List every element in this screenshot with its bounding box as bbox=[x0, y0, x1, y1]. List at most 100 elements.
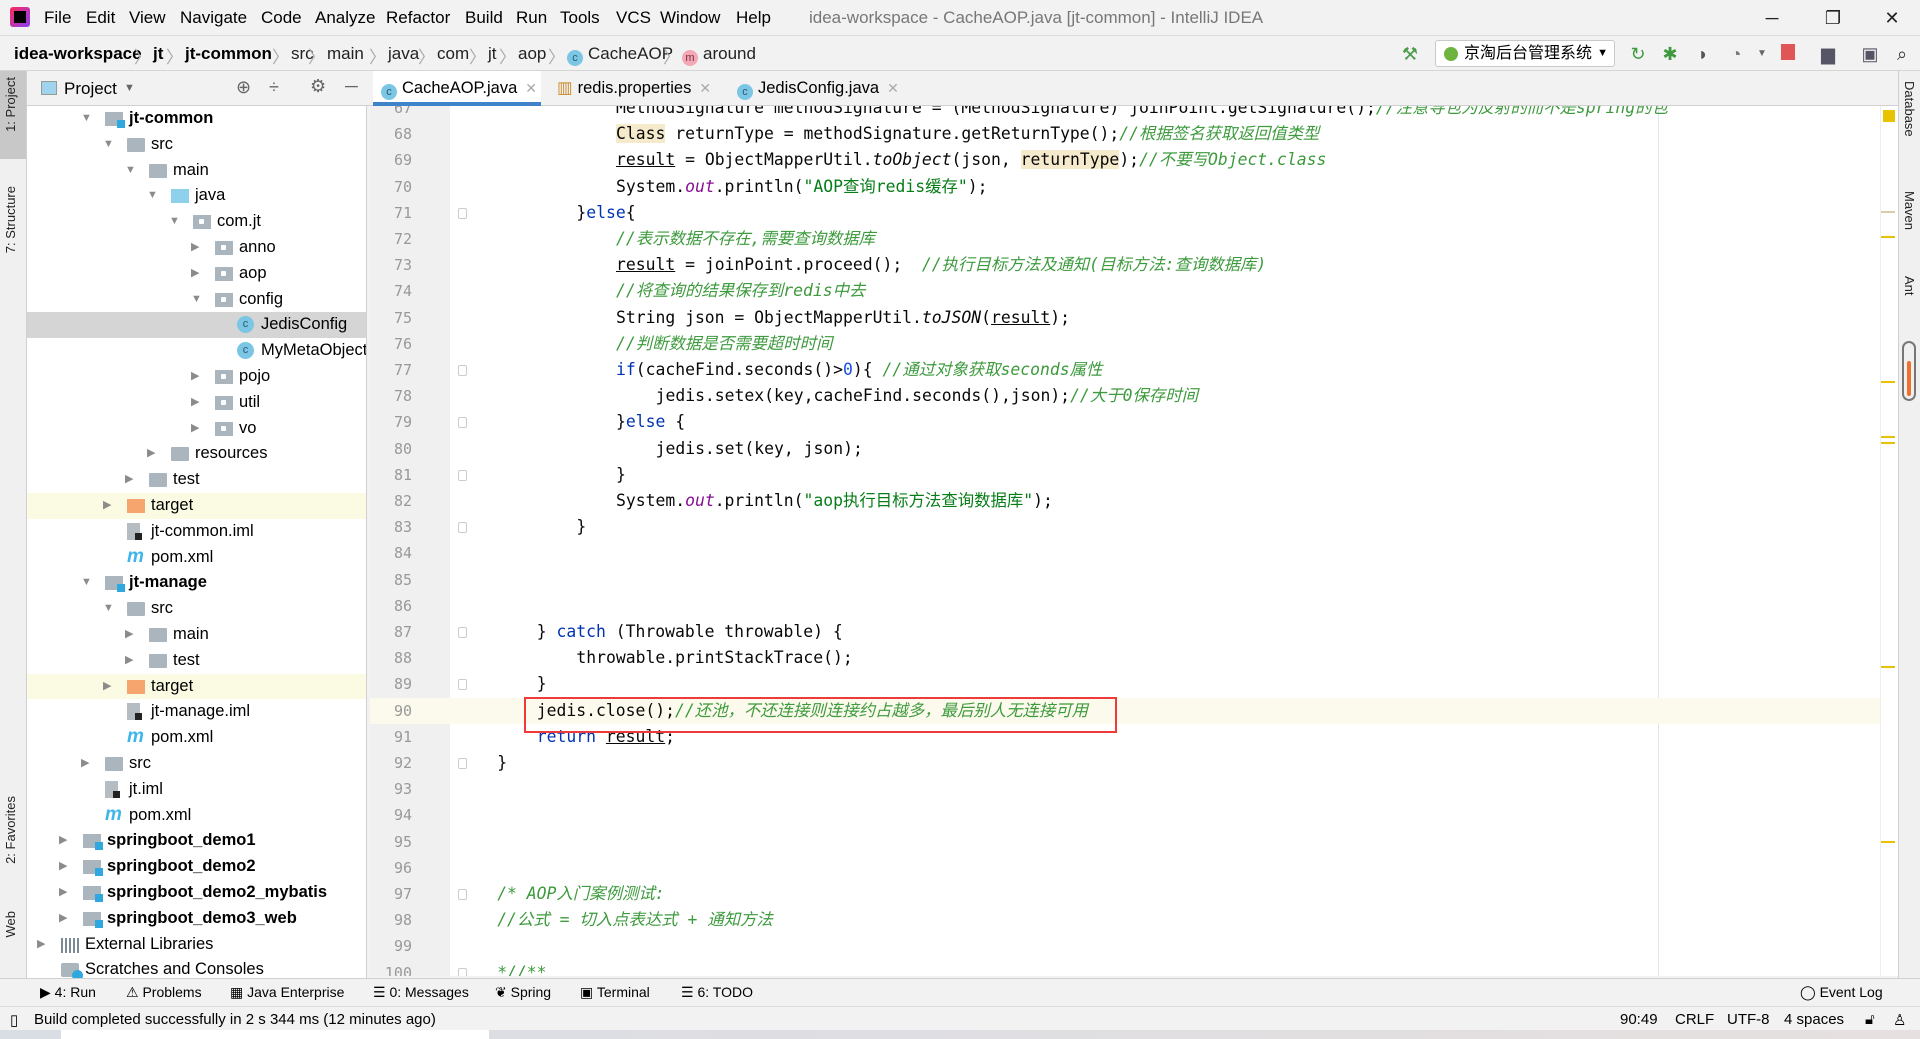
fold-marker-icon[interactable] bbox=[458, 365, 467, 376]
maven-tool-button[interactable]: Maven bbox=[1902, 191, 1917, 230]
line-number[interactable]: 94 bbox=[370, 802, 412, 828]
code-text[interactable]: } bbox=[537, 671, 547, 697]
code-line[interactable]: 71 }else{ bbox=[370, 200, 1880, 226]
tree-item[interactable]: ▼ src bbox=[27, 596, 366, 622]
code-text[interactable]: if(cacheFind.seconds()>0){ //通过对象获取secon… bbox=[616, 357, 1102, 383]
debug-icon[interactable]: ✱ bbox=[1658, 44, 1682, 64]
locate-icon[interactable]: ⊕ bbox=[236, 77, 251, 98]
tool-window-terminal[interactable]: ▣ Terminal bbox=[580, 984, 650, 1001]
expanded-arrow-icon[interactable]: ▼ bbox=[125, 158, 136, 184]
collapsed-arrow-icon[interactable]: ▶ bbox=[191, 390, 199, 416]
fold-marker-icon[interactable] bbox=[458, 522, 467, 534]
collapsed-arrow-icon[interactable]: ▶ bbox=[125, 467, 133, 493]
tree-item[interactable]: ▼ main bbox=[27, 158, 366, 184]
menu-analyze[interactable]: Analyze bbox=[315, 8, 375, 28]
tree-item[interactable]: jt.iml bbox=[27, 777, 366, 803]
menu-navigate[interactable]: Navigate bbox=[180, 8, 247, 28]
tree-item[interactable]: ▶ test bbox=[27, 467, 366, 493]
file-encoding[interactable]: UTF-8 bbox=[1727, 1011, 1770, 1028]
line-number[interactable]: 67 bbox=[370, 106, 412, 121]
line-number[interactable]: 76 bbox=[370, 331, 412, 357]
line-number[interactable]: 100 bbox=[370, 960, 412, 976]
tree-item[interactable]: ▼ com.jt bbox=[27, 209, 366, 235]
line-number[interactable]: 73 bbox=[370, 252, 412, 278]
code-line[interactable]: 88 throwable.printStackTrace(); bbox=[370, 645, 1880, 671]
tree-item[interactable]: ▶ aop bbox=[27, 261, 366, 287]
line-number[interactable]: 93 bbox=[370, 776, 412, 802]
code-text[interactable]: }else { bbox=[616, 409, 685, 435]
tree-item[interactable]: ▼ jt-common bbox=[27, 106, 366, 132]
fold-marker-icon[interactable] bbox=[458, 889, 467, 900]
line-number[interactable]: 97 bbox=[370, 881, 412, 907]
collapsed-arrow-icon[interactable]: ▶ bbox=[37, 932, 45, 958]
expanded-arrow-icon[interactable]: ▼ bbox=[103, 596, 114, 622]
breadcrumb-item[interactable]: aop bbox=[518, 44, 546, 64]
code-line[interactable]: 69 result = ObjectMapperUtil.toObject(jso… bbox=[370, 147, 1880, 173]
collapsed-arrow-icon[interactable]: ▶ bbox=[59, 906, 67, 932]
code-line[interactable]: 96 bbox=[370, 855, 1880, 881]
tool-window-spring[interactable]: ❦ Spring bbox=[495, 984, 551, 1001]
code-line[interactable]: 82 System.out.println("aop执行目标方法查询数据库"); bbox=[370, 488, 1880, 514]
line-number[interactable]: 98 bbox=[370, 907, 412, 933]
code-line[interactable]: 74 //将查询的结果保存到redis中去 bbox=[370, 278, 1880, 304]
fold-marker-icon[interactable] bbox=[458, 758, 467, 769]
fold-marker-icon[interactable] bbox=[458, 469, 467, 481]
code-line[interactable]: 83} bbox=[370, 514, 1880, 540]
code-text[interactable]: System.out.println("aop执行目标方法查询数据库"); bbox=[616, 488, 1053, 514]
line-number[interactable]: 99 bbox=[370, 933, 412, 959]
menu-tools[interactable]: Tools bbox=[560, 8, 600, 28]
code-text[interactable]: jedis.set(key, json); bbox=[656, 436, 863, 462]
breadcrumb-item[interactable]: jt bbox=[153, 44, 163, 64]
code-text[interactable]: }else{ bbox=[576, 200, 635, 226]
collapsed-arrow-icon[interactable]: ▶ bbox=[125, 622, 133, 648]
menu-file[interactable]: File bbox=[44, 8, 71, 28]
code-line[interactable]: 97 /* AOP入门案例测试: bbox=[370, 881, 1880, 907]
breadcrumb-item[interactable]: m around bbox=[682, 44, 756, 66]
menu-code[interactable]: Code bbox=[261, 8, 302, 28]
line-number[interactable]: 77 bbox=[370, 357, 412, 383]
code-line[interactable]: 95 bbox=[370, 829, 1880, 855]
code-text[interactable]: //判断数据是否需要超时时间 bbox=[616, 331, 832, 357]
collapsed-arrow-icon[interactable]: ▶ bbox=[191, 235, 199, 261]
chevron-down-icon[interactable]: ▼ bbox=[124, 82, 135, 94]
project-tool-button[interactable]: 1: Project bbox=[3, 77, 18, 132]
fold-marker-icon[interactable] bbox=[458, 967, 467, 976]
breadcrumb-item[interactable]: jt bbox=[488, 44, 497, 64]
tree-item[interactable]: ▶ resources bbox=[27, 441, 366, 467]
expanded-arrow-icon[interactable]: ▼ bbox=[81, 106, 92, 132]
code-text[interactable]: String json = ObjectMapperUtil.toJSON(re… bbox=[616, 305, 1070, 331]
status-toggle-icon[interactable]: ▯ bbox=[10, 1011, 18, 1029]
menu-edit[interactable]: Edit bbox=[86, 8, 115, 28]
tree-item[interactable]: ▶ springboot_demo1 bbox=[27, 828, 366, 854]
stop-icon[interactable] bbox=[1776, 44, 1800, 64]
line-number[interactable]: 91 bbox=[370, 724, 412, 750]
line-number[interactable]: 84 bbox=[370, 540, 412, 566]
tree-item[interactable]: c MyMetaObjectI bbox=[27, 338, 366, 364]
code-line[interactable]: 67 MethodSignature methodSignature = (Met… bbox=[370, 106, 1880, 121]
tree-item[interactable]: ▼ src bbox=[27, 132, 366, 158]
code-line[interactable]: 93 bbox=[370, 776, 1880, 802]
code-line[interactable]: 72 //表示数据不存在,需要查询数据库 bbox=[370, 226, 1880, 252]
line-number[interactable]: 71 bbox=[370, 200, 412, 226]
profile-icon[interactable]: ◔ bbox=[1724, 44, 1748, 64]
tree-item[interactable]: c JedisConfig bbox=[27, 312, 366, 339]
line-number[interactable]: 82 bbox=[370, 488, 412, 514]
tree-item[interactable]: ▶ util bbox=[27, 390, 366, 416]
tool-window-run[interactable]: ▶ 4: Run bbox=[40, 984, 96, 1001]
line-number[interactable]: 85 bbox=[370, 567, 412, 593]
code-text[interactable]: //公式 = 切入点表达式 + 通知方法 bbox=[497, 907, 773, 933]
line-number[interactable]: 72 bbox=[370, 226, 412, 252]
code-line[interactable]: 94 bbox=[370, 802, 1880, 828]
breadcrumb-item[interactable]: main bbox=[327, 44, 364, 64]
code-line[interactable]: 80 jedis.set(key, json); bbox=[370, 436, 1880, 462]
expanded-arrow-icon[interactable]: ▼ bbox=[147, 183, 158, 209]
collapsed-arrow-icon[interactable]: ▶ bbox=[147, 441, 155, 467]
tree-item[interactable]: m pom.xml bbox=[27, 545, 366, 571]
memory-indicator[interactable] bbox=[1902, 341, 1916, 401]
tree-item[interactable]: ▶ pojo bbox=[27, 364, 366, 390]
code-line[interactable]: 86 bbox=[370, 593, 1880, 619]
tree-item[interactable]: ▶ External Libraries bbox=[27, 932, 366, 958]
menu-vcs[interactable]: VCS bbox=[616, 8, 651, 28]
event-log-button[interactable]: ◯ Event Log bbox=[1800, 984, 1883, 1001]
breadcrumb-item[interactable]: jt-common bbox=[185, 44, 272, 64]
